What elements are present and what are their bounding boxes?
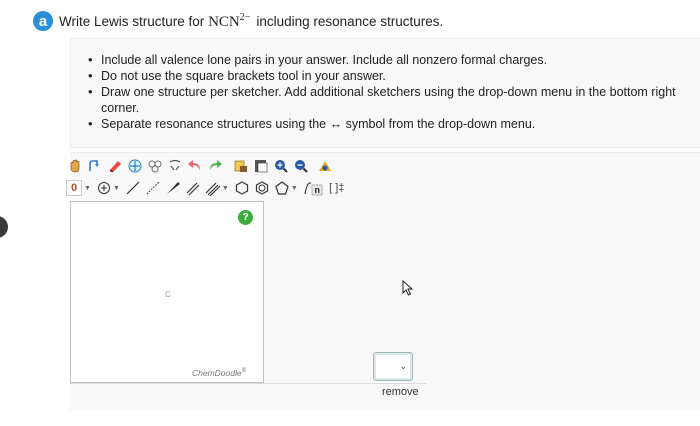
chemdoodle-brand-text: ChemDoodle xyxy=(192,368,242,378)
undo-icon[interactable] xyxy=(186,157,204,175)
flip-icon[interactable] xyxy=(166,157,184,175)
center-icon[interactable] xyxy=(126,157,144,175)
instruction-item: Draw one structure per sketcher. Add add… xyxy=(85,84,700,116)
chemical-formula: NCN2− xyxy=(208,11,251,30)
chemdoodle-brand-mark: ® xyxy=(241,368,247,375)
help-icon[interactable]: ? xyxy=(238,210,253,225)
atom-label-tool[interactable]: n xyxy=(302,179,324,197)
double-bond-icon[interactable] xyxy=(184,179,202,197)
add-charge-icon[interactable] xyxy=(95,179,113,197)
sketcher-toolbar-bottom: 0 ▼ ▼ ▼ ▼ n [ ]‡ xyxy=(66,178,350,198)
chevron-down-icon: ⌄ xyxy=(399,361,407,371)
eraser-icon[interactable] xyxy=(106,157,124,175)
wedge-bond-icon[interactable] xyxy=(164,179,182,197)
zoom-in-icon[interactable] xyxy=(272,157,290,175)
single-bond-icon[interactable] xyxy=(124,179,142,197)
bond-dropdown-caret-icon[interactable]: ▼ xyxy=(222,185,229,192)
paste-icon[interactable] xyxy=(252,157,270,175)
ring-dropdown-caret-icon[interactable]: ▼ xyxy=(291,185,298,192)
triple-bond-icon[interactable] xyxy=(204,179,222,197)
charge-tool[interactable]: 0 xyxy=(66,180,82,196)
dashed-bond-icon[interactable] xyxy=(144,179,162,197)
formula-base: NCN xyxy=(208,13,240,30)
instruction-item: Separate resonance structures using the … xyxy=(85,116,700,132)
question-header: a Write Lewis structure for NCN2− includi… xyxy=(33,10,443,32)
instruction-item: Do not use the square brackets tool in y… xyxy=(85,68,700,84)
instruction-item: Include all valence lone pairs in your a… xyxy=(85,52,700,68)
hand-pan-icon[interactable] xyxy=(66,157,84,175)
clean-structure-icon[interactable] xyxy=(146,157,164,175)
charge-options-caret-icon[interactable]: ▼ xyxy=(113,185,120,192)
instructions-list: Include all valence lone pairs in your a… xyxy=(85,52,700,132)
question-text-before: Write Lewis structure for xyxy=(59,13,205,29)
formula-charge: 2− xyxy=(239,11,251,23)
mouse-pointer-icon xyxy=(401,279,415,301)
chemdoodle-brand: ChemDoodle® xyxy=(192,368,246,378)
pentagon-ring-icon[interactable] xyxy=(273,179,291,197)
atom-settings-icon[interactable] xyxy=(316,157,334,175)
remove-sketcher-link[interactable]: remove xyxy=(382,386,419,398)
benzene-ring-icon[interactable] xyxy=(253,179,271,197)
atom-tool-label: n xyxy=(314,185,320,195)
question-text-after: including resonance structures. xyxy=(256,13,444,29)
instructions-panel: Include all valence lone pairs in your a… xyxy=(70,38,700,148)
sketcher-add-dropdown[interactable]: ⌄ xyxy=(373,352,413,381)
panel-divider xyxy=(70,383,426,384)
brackets-tool[interactable]: [ ]‡ xyxy=(326,179,348,197)
redo-icon[interactable] xyxy=(206,157,224,175)
hexagon-ring-icon[interactable] xyxy=(233,179,251,197)
lasso-select-icon[interactable] xyxy=(86,157,104,175)
sketcher-toolbar-top xyxy=(66,156,336,176)
left-edge-handle xyxy=(0,216,8,238)
charge-dropdown-caret-icon[interactable]: ▼ xyxy=(84,185,91,192)
copy-icon[interactable] xyxy=(232,157,250,175)
zoom-out-icon[interactable] xyxy=(292,157,310,175)
canvas-atom-label: C xyxy=(165,290,171,299)
part-label-badge: a xyxy=(33,11,53,31)
question-text: Write Lewis structure for NCN2− including… xyxy=(59,12,443,31)
